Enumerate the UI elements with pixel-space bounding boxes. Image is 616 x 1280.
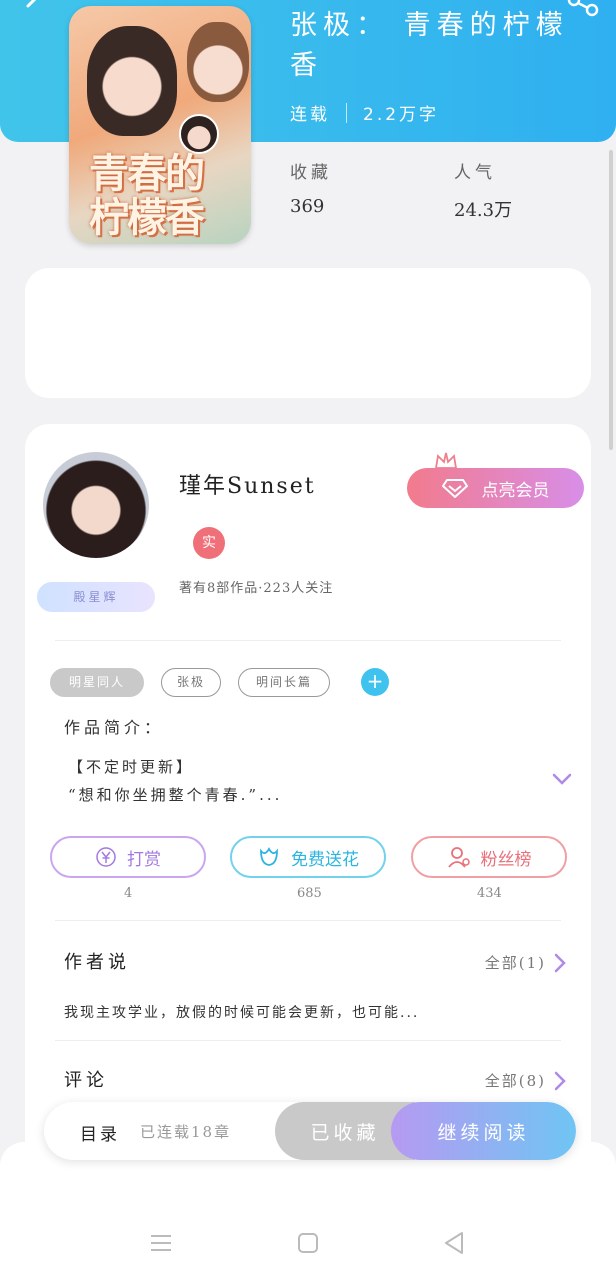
author-note: 我现主攻学业，放假的时候可能会更新，也可能... [64,1005,420,1021]
flower-icon [260,847,278,866]
author-says-title: 作者说 [64,952,130,973]
intro-line: “想和你坐拥整个青春.”... [68,786,283,804]
user-icon [447,847,470,868]
favorites-label: 收藏 [290,163,332,183]
bottom-sheet [0,1142,616,1280]
author-says-more-label: 全部(1) [484,954,546,972]
cover-portrait-small [179,114,219,154]
chapter-count: 已连载18章 [140,1123,232,1141]
vip-button[interactable]: 点亮会员 [407,468,584,508]
flower-count: 685 [297,886,322,901]
serial-status: 连载 [290,105,330,125]
tip-count: 4 [124,886,133,901]
divider [55,920,561,921]
send-flower-button[interactable]: 免费送花 [230,836,386,878]
author-name[interactable]: 瑾年Sunset [179,468,316,500]
scrollbar[interactable] [609,150,613,450]
toc-button[interactable]: 目录 [80,1120,120,1145]
back-nav-icon[interactable] [442,1230,468,1256]
intro-label: 作品简介： [64,718,165,737]
tip-button[interactable]: 打赏 [50,836,206,878]
chevron-right-icon [554,953,566,972]
level-badge: 殿星辉 [37,582,155,612]
fan-ranking-label: 粉丝榜 [480,849,532,870]
book-title: 张极： 青春的柠檬香 [290,10,569,81]
book-meta: 连载 2.2万字 [290,100,439,125]
book-cover[interactable]: 青春的柠檬香 [69,6,251,244]
vip-button-label: 点亮会员 [481,480,550,501]
author-stats: 著有8部作品·223人关注 [179,581,334,596]
tag-item[interactable]: 明星同人 [50,668,144,697]
divider [55,1040,561,1041]
comments-title: 评论 [64,1070,108,1091]
add-tag-button[interactable]: + [361,668,389,696]
diamond-icon [441,479,468,498]
chevron-right-icon [554,1071,566,1090]
yen-icon [96,847,116,867]
meta-divider [346,102,347,123]
back-arrow-icon[interactable] [18,0,48,18]
send-flower-label: 免费送花 [291,849,359,870]
cover-title-art: 青春的柠檬香 [89,150,205,241]
continue-reading-button[interactable]: 继续阅读 [391,1102,576,1160]
cover-portrait-girl [87,26,177,136]
reading-action-bar: 目录 已连载18章 已收藏 继续阅读 [44,1102,576,1160]
home-icon[interactable] [295,1230,321,1256]
verified-badge: 实 [193,527,225,559]
menu-icon[interactable] [148,1230,174,1256]
popularity-label: 人气 [454,163,496,183]
crown-icon [435,452,458,469]
fan-count: 434 [477,886,502,901]
popularity-value: 24.3万 [454,200,513,221]
divider [55,640,561,641]
empty-card [25,268,591,398]
author-says-more[interactable]: 全部(1) [485,952,566,973]
tag-item[interactable]: 张极 [161,668,221,697]
word-count: 2.2万字 [363,105,440,125]
favorites-value: 369 [290,196,325,217]
cover-portrait-boy [187,22,249,102]
chevron-down-icon[interactable] [551,771,573,787]
comments-more-label: 全部(8) [484,1072,546,1090]
tip-label: 打赏 [127,849,161,870]
author-avatar[interactable] [43,452,149,558]
fan-ranking-button[interactable]: 粉丝榜 [411,836,567,878]
intro-line: 【不定时更新】 [68,758,195,776]
comments-more[interactable]: 全部(8) [485,1070,566,1091]
tag-item[interactable]: 明间长篇 [238,668,330,697]
